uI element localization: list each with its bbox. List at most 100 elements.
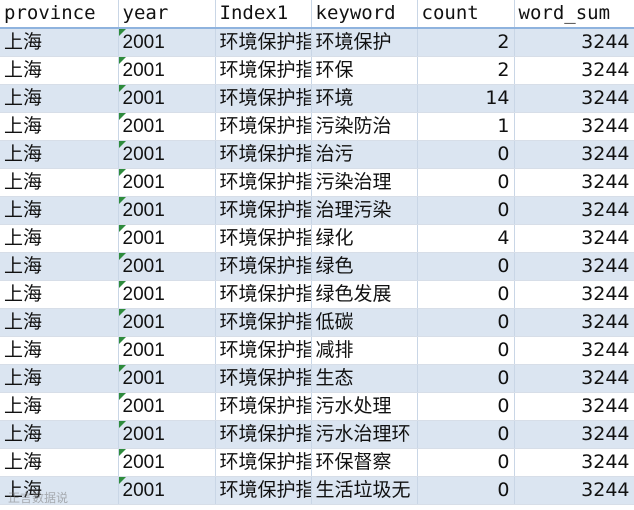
cell-count[interactable]: 0 <box>417 392 515 421</box>
cell-count[interactable]: 0 <box>417 168 515 197</box>
cell-word-sum[interactable]: 3244 <box>514 364 634 393</box>
cell-keyword[interactable]: 污染防治 <box>311 112 418 141</box>
cell-province[interactable]: 上海 <box>0 252 119 281</box>
cell-province[interactable]: 上海 <box>0 168 119 197</box>
cell-word-sum[interactable]: 3244 <box>514 28 634 57</box>
cell-count[interactable]: 0 <box>417 476 515 505</box>
cell-year[interactable]: 2001 <box>118 280 216 309</box>
cell-province[interactable]: 上海 <box>0 420 119 449</box>
cell-index1[interactable]: 环境保护指 <box>215 448 312 477</box>
cell-count[interactable]: 0 <box>417 196 515 225</box>
cell-count[interactable]: 2 <box>417 56 515 85</box>
cell-keyword[interactable]: 绿色发展 <box>311 280 418 309</box>
cell-word-sum[interactable]: 3244 <box>514 308 634 337</box>
cell-index1[interactable]: 环境保护指 <box>215 196 312 225</box>
cell-word-sum[interactable]: 3244 <box>514 448 634 477</box>
cell-index1[interactable]: 环境保护指 <box>215 168 312 197</box>
cell-count[interactable]: 0 <box>417 420 515 449</box>
cell-count[interactable]: 0 <box>417 364 515 393</box>
cell-province[interactable]: 上海 <box>0 28 119 57</box>
cell-year[interactable]: 2001 <box>118 364 216 393</box>
cell-index1[interactable]: 环境保护指 <box>215 280 312 309</box>
cell-count[interactable]: 4 <box>417 224 515 253</box>
cell-keyword[interactable]: 低碳 <box>311 308 418 337</box>
cell-index1[interactable]: 环境保护指 <box>215 364 312 393</box>
cell-keyword[interactable]: 治污 <box>311 140 418 169</box>
cell-index1[interactable]: 环境保护指 <box>215 476 312 505</box>
cell-province[interactable]: 上海 <box>0 448 119 477</box>
cell-year[interactable]: 2001 <box>118 252 216 281</box>
cell-index1[interactable]: 环境保护指 <box>215 336 312 365</box>
cell-index1[interactable]: 环境保护指 <box>215 112 312 141</box>
cell-year[interactable]: 2001 <box>118 224 216 253</box>
cell-word-sum[interactable]: 3244 <box>514 168 634 197</box>
column-header-year[interactable]: year <box>118 0 216 29</box>
cell-province[interactable]: 上海 <box>0 140 119 169</box>
cell-index1[interactable]: 环境保护指 <box>215 420 312 449</box>
cell-count[interactable]: 2 <box>417 28 515 57</box>
cell-province[interactable]: 上海 <box>0 364 119 393</box>
cell-keyword[interactable]: 绿色 <box>311 252 418 281</box>
cell-year[interactable]: 2001 <box>118 168 216 197</box>
cell-keyword[interactable]: 生态 <box>311 364 418 393</box>
cell-word-sum[interactable]: 3244 <box>514 252 634 281</box>
column-header-word-sum[interactable]: word_sum <box>514 0 634 29</box>
column-header-keyword[interactable]: keyword <box>311 0 418 29</box>
cell-word-sum[interactable]: 3244 <box>514 196 634 225</box>
cell-province[interactable]: 上海 <box>0 308 119 337</box>
cell-year[interactable]: 2001 <box>118 196 216 225</box>
cell-word-sum[interactable]: 3244 <box>514 476 634 505</box>
cell-word-sum[interactable]: 3244 <box>514 336 634 365</box>
cell-year[interactable]: 2001 <box>118 476 216 505</box>
cell-word-sum[interactable]: 3244 <box>514 140 634 169</box>
cell-year[interactable]: 2001 <box>118 336 216 365</box>
cell-count[interactable]: 0 <box>417 280 515 309</box>
cell-province[interactable]: 上海 <box>0 56 119 85</box>
cell-keyword[interactable]: 生活垃圾无 <box>311 476 418 505</box>
cell-index1[interactable]: 环境保护指 <box>215 140 312 169</box>
cell-province[interactable]: 上海 <box>0 336 119 365</box>
cell-province[interactable]: 上海 <box>0 280 119 309</box>
cell-keyword[interactable]: 环保 <box>311 56 418 85</box>
cell-year[interactable]: 2001 <box>118 420 216 449</box>
cell-word-sum[interactable]: 3244 <box>514 420 634 449</box>
cell-index1[interactable]: 环境保护指 <box>215 56 312 85</box>
cell-count[interactable]: 1 <box>417 112 515 141</box>
cell-year[interactable]: 2001 <box>118 84 216 113</box>
cell-word-sum[interactable]: 3244 <box>514 392 634 421</box>
cell-count[interactable]: 14 <box>417 84 515 113</box>
cell-count[interactable]: 0 <box>417 308 515 337</box>
cell-year[interactable]: 2001 <box>118 392 216 421</box>
cell-keyword[interactable]: 污水治理环 <box>311 420 418 449</box>
cell-keyword[interactable]: 环境 <box>311 84 418 113</box>
cell-word-sum[interactable]: 3244 <box>514 280 634 309</box>
cell-index1[interactable]: 环境保护指 <box>215 392 312 421</box>
cell-count[interactable]: 0 <box>417 252 515 281</box>
cell-province[interactable]: 上海 <box>0 224 119 253</box>
cell-word-sum[interactable]: 3244 <box>514 112 634 141</box>
cell-keyword[interactable]: 污染治理 <box>311 168 418 197</box>
cell-keyword[interactable]: 环保督察 <box>311 448 418 477</box>
cell-count[interactable]: 0 <box>417 140 515 169</box>
cell-province[interactable]: 上海 <box>0 84 119 113</box>
cell-count[interactable]: 0 <box>417 336 515 365</box>
cell-province[interactable]: 上海 <box>0 392 119 421</box>
cell-index1[interactable]: 环境保护指 <box>215 308 312 337</box>
cell-year[interactable]: 2001 <box>118 448 216 477</box>
cell-year[interactable]: 2001 <box>118 56 216 85</box>
cell-index1[interactable]: 环境保护指 <box>215 252 312 281</box>
cell-province[interactable]: 上海 <box>0 196 119 225</box>
cell-province[interactable]: 上海 <box>0 112 119 141</box>
cell-index1[interactable]: 环境保护指 <box>215 224 312 253</box>
column-header-count[interactable]: count <box>417 0 515 29</box>
cell-word-sum[interactable]: 3244 <box>514 84 634 113</box>
cell-count[interactable]: 0 <box>417 448 515 477</box>
cell-year[interactable]: 2001 <box>118 28 216 57</box>
cell-year[interactable]: 2001 <box>118 308 216 337</box>
cell-year[interactable]: 2001 <box>118 112 216 141</box>
cell-keyword[interactable]: 污水处理 <box>311 392 418 421</box>
cell-keyword[interactable]: 绿化 <box>311 224 418 253</box>
cell-year[interactable]: 2001 <box>118 140 216 169</box>
cell-index1[interactable]: 环境保护指 <box>215 84 312 113</box>
cell-index1[interactable]: 环境保护指 <box>215 28 312 57</box>
